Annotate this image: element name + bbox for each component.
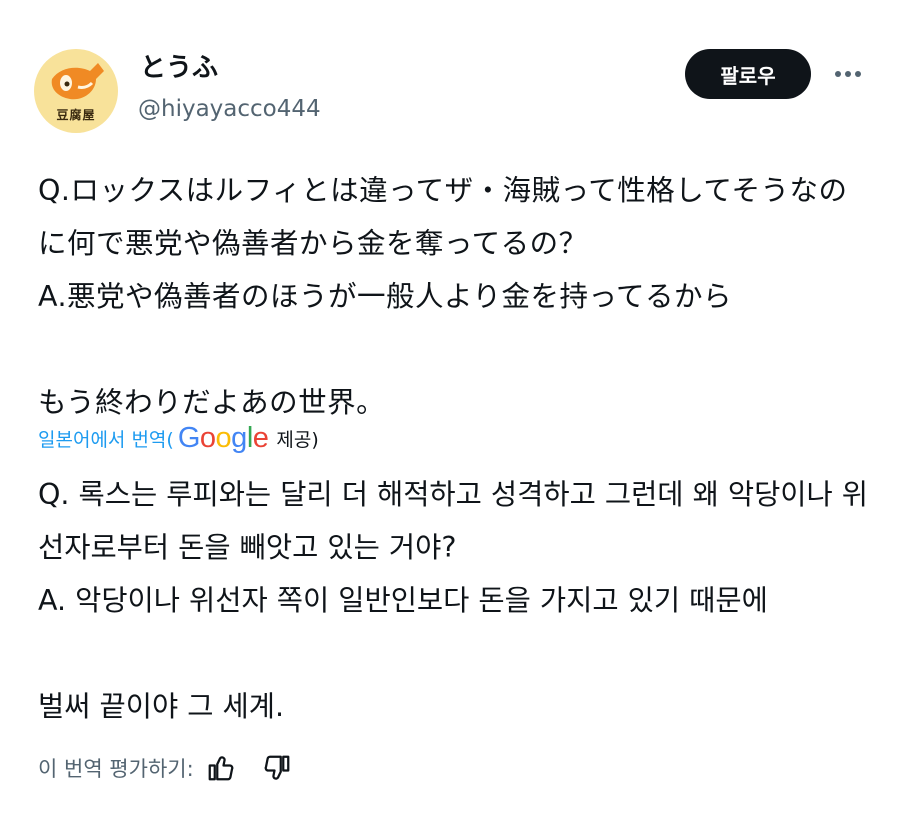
- rate-translation-label: 이 번역 평가하기:: [38, 757, 194, 781]
- avatar-label: 豆腐屋: [56, 108, 96, 122]
- follow-button[interactable]: 팔로우: [685, 49, 811, 99]
- thumbs-up-icon[interactable]: [206, 753, 236, 783]
- translated-text: Q. 록스는 루피와는 달리 더 해적하고 성격하고 그런데 왜 악당이나 위선…: [38, 478, 869, 723]
- translated-from-label: 일본어에서 번역(: [38, 428, 174, 451]
- provided-by-label: 제공): [276, 428, 319, 451]
- avatar[interactable]: 豆腐屋: [34, 49, 118, 133]
- rate-translation-row: 이 번역 평가하기:: [38, 750, 292, 786]
- google-logo: Google: [177, 421, 269, 454]
- more-horizontal-icon: [835, 71, 861, 77]
- author-handle[interactable]: @hiyayacco444: [138, 93, 321, 125]
- more-options-button[interactable]: [830, 62, 866, 86]
- post-text: Q.ロックスはルフィとは違ってザ・海賊って性格してそうなのに何で悪党や偽善者から…: [38, 174, 848, 419]
- thumbs-down-icon[interactable]: [262, 753, 292, 783]
- translation-attribution[interactable]: 일본어에서 번역( Google 제공): [38, 420, 319, 456]
- author-display-name[interactable]: とうふ: [140, 51, 218, 85]
